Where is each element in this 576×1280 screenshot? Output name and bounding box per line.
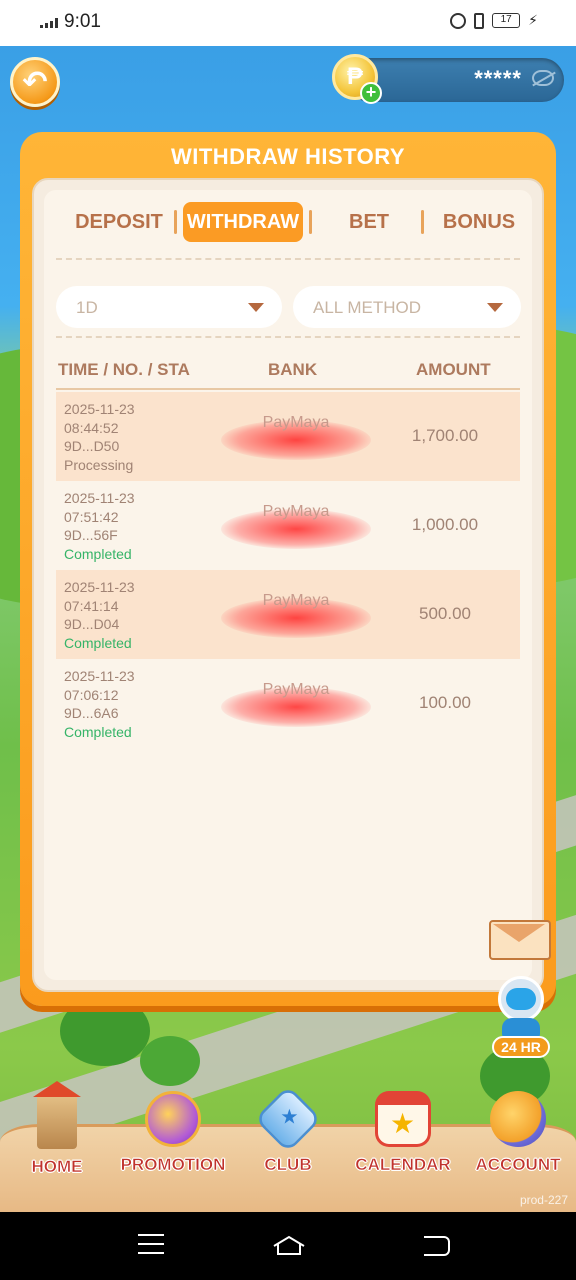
row-bank-name: PayMaya — [262, 414, 330, 431]
tab-separator — [421, 210, 424, 234]
gift-wheel-icon — [145, 1091, 201, 1147]
nav-account-label: ACCOUNT — [475, 1155, 561, 1175]
back-button[interactable]: ↶ — [10, 57, 60, 107]
balance-value: ***** — [474, 66, 522, 91]
row-bank: PayMaya — [221, 503, 371, 549]
nav-calendar-label: CALENDAR — [355, 1155, 451, 1175]
divider — [56, 336, 520, 338]
row-bank-name: PayMaya — [262, 681, 330, 698]
withdraw-history-panel: WITHDRAW HISTORY DEPOSIT WITHDRAW BET BO… — [20, 132, 556, 1006]
nav-club-label: CLUB — [264, 1155, 312, 1175]
row-amount: 1,000.00 — [411, 515, 479, 534]
chevron-down-icon — [487, 303, 503, 312]
balance-pill: ₱ + ***** — [332, 54, 564, 104]
hide-balance-icon[interactable] — [532, 70, 554, 86]
nav-calendar[interactable]: CALENDAR — [348, 1091, 458, 1175]
tab-bar: DEPOSIT WITHDRAW BET BONUS — [44, 202, 532, 242]
nav-promotion[interactable]: PROMOTION — [118, 1091, 228, 1175]
mail-icon[interactable] — [489, 920, 551, 960]
row-status: Completed — [64, 723, 132, 740]
row-status: Completed — [64, 545, 132, 562]
row-date: 2025-11-23 — [64, 668, 135, 684]
customer-support-button[interactable]: 24 HR — [492, 976, 550, 1058]
row-bank-name: PayMaya — [262, 592, 330, 609]
avatar-icon — [490, 1091, 546, 1147]
nav-account[interactable]: ACCOUNT — [463, 1091, 573, 1175]
column-time: TIME / NO. / STA — [58, 360, 190, 379]
table-row[interactable]: 2025-11-23 08:44:52 9D...D50 Processing … — [56, 392, 520, 481]
row-amount: 100.00 — [419, 693, 471, 712]
home-icon[interactable] — [272, 1234, 306, 1256]
column-amount: AMOUNT — [416, 360, 491, 379]
divider — [56, 258, 520, 260]
row-time: 07:51:42 — [64, 508, 119, 525]
row-order-no: 9D...56F — [64, 527, 118, 543]
bottom-nav: HOME PROMOTION CLUB CALENDAR ACCOUNT — [0, 1081, 576, 1212]
vibrate-icon — [474, 12, 485, 29]
row-order-no: 9D...D04 — [64, 616, 120, 632]
signal-icon — [40, 18, 60, 28]
row-order-no: 9D...6A6 — [64, 705, 119, 721]
row-date: 2025-11-23 — [64, 401, 135, 417]
row-date: 2025-11-23 — [64, 490, 135, 506]
row-amount: 500.00 — [419, 604, 471, 623]
row-status: Completed — [64, 634, 132, 651]
tab-bonus[interactable]: BONUS — [434, 202, 524, 242]
column-bank: BANK — [268, 360, 318, 379]
add-funds-button[interactable]: + — [360, 82, 382, 104]
calendar-icon — [375, 1091, 431, 1147]
panel-title: WITHDRAW HISTORY — [170, 144, 406, 169]
tab-deposit[interactable]: DEPOSIT — [64, 202, 174, 242]
row-amount: 1,700.00 — [411, 426, 479, 445]
charging-icon: ⚡ — [528, 12, 538, 28]
table-row[interactable]: 2025-11-23 07:51:42 9D...56F Completed P… — [56, 481, 520, 570]
support-badge: 24 HR — [492, 1036, 550, 1058]
nav-club[interactable]: CLUB — [233, 1085, 343, 1175]
status-bar: 9:01 17 ⚡ — [0, 0, 576, 46]
period-select[interactable]: 1D — [56, 286, 282, 328]
row-order-no: 9D...D50 — [64, 438, 120, 454]
row-status: Processing — [64, 456, 134, 473]
back-arrow-icon: ↶ — [22, 65, 48, 99]
tower-icon — [33, 1081, 81, 1149]
tab-separator — [174, 210, 177, 234]
back-icon[interactable] — [424, 1236, 450, 1256]
method-value: ALL METHOD — [313, 298, 422, 317]
recent-apps-icon[interactable] — [138, 1234, 164, 1258]
tab-withdraw[interactable]: WITHDRAW — [183, 202, 303, 242]
row-bank-name: PayMaya — [262, 503, 330, 520]
tab-bet[interactable]: BET — [324, 202, 414, 242]
nav-home[interactable]: HOME — [2, 1081, 112, 1177]
header-divider — [56, 388, 520, 390]
row-time: 07:06:12 — [64, 686, 119, 703]
battery-icon: 17 — [492, 13, 521, 28]
star-badge-icon — [254, 1085, 322, 1153]
row-time: 07:41:14 — [64, 597, 119, 614]
nav-promotion-label: PROMOTION — [120, 1155, 226, 1175]
system-nav-bar — [0, 1212, 576, 1280]
row-time: 08:44:52 — [64, 419, 119, 436]
alarm-icon — [450, 12, 467, 29]
table-row[interactable]: 2025-11-23 07:06:12 9D...6A6 Completed P… — [56, 659, 520, 748]
row-date: 2025-11-23 — [64, 579, 135, 595]
build-label: prod-227 — [519, 1193, 568, 1207]
clock: 9:01 — [64, 11, 101, 32]
table-header: TIME / NO. / STA BANK AMOUNT — [44, 356, 532, 384]
nav-home-label: HOME — [31, 1157, 83, 1177]
panel-body: DEPOSIT WITHDRAW BET BONUS 1D ALL METHOD… — [32, 178, 544, 992]
period-value: 1D — [76, 298, 98, 317]
row-bank: PayMaya — [221, 414, 371, 460]
chevron-down-icon — [248, 303, 264, 312]
row-bank: PayMaya — [221, 592, 371, 638]
tab-separator — [309, 210, 312, 234]
table-row[interactable]: 2025-11-23 07:41:14 9D...D04 Completed P… — [56, 570, 520, 659]
row-bank: PayMaya — [221, 681, 371, 727]
method-select[interactable]: ALL METHOD — [293, 286, 521, 328]
